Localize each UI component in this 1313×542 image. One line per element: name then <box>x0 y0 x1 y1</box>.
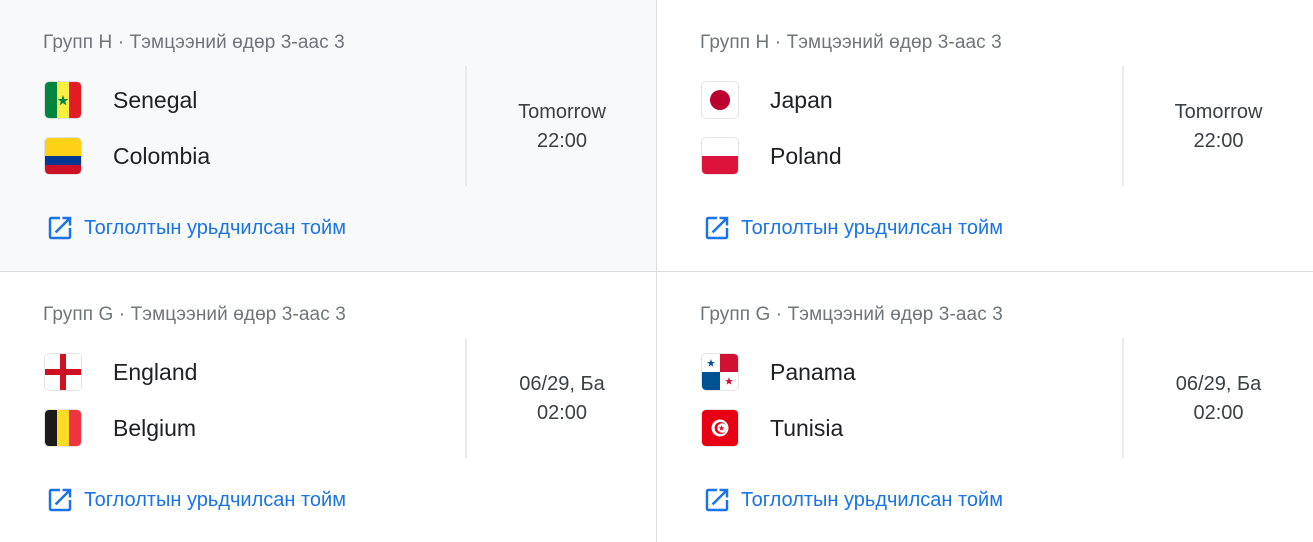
team-row-home: Panama <box>702 354 856 390</box>
match-grid: Групп H · Тэмцээний өдөр 3-аас 3 Senegal… <box>0 0 1313 542</box>
match-date: Tomorrow <box>518 101 606 123</box>
match-date: Tomorrow <box>1174 101 1263 123</box>
england-flag-icon <box>45 354 81 390</box>
belgium-flag-icon <box>45 410 81 446</box>
match-card-japan-poland[interactable]: Групп H · Тэмцээний өдөр 3-аас 3 Japan P… <box>657 0 1313 272</box>
match-time: 06/29, Ба 02:00 <box>1124 370 1313 428</box>
tunisia-flag-icon <box>702 410 738 446</box>
japan-flag-icon <box>702 82 738 118</box>
team-row-away: Tunisia <box>702 410 843 446</box>
team-name: Colombia <box>113 142 211 169</box>
match-hour: 02:00 <box>536 402 588 424</box>
team-name: England <box>113 358 198 385</box>
match-hour: 02:00 <box>1193 402 1244 424</box>
match-time: 06/29, Ба 02:00 <box>467 370 657 428</box>
match-date: 06/29, Ба <box>519 373 605 395</box>
panama-flag-icon <box>702 354 738 390</box>
team-name: Senegal <box>113 86 198 113</box>
preview-link-label: Тоглолтын урьдчилсан тойм <box>84 216 346 239</box>
team-row-away: Colombia <box>45 138 210 174</box>
team-name: Tunisia <box>770 414 844 441</box>
team-row-home: Japan <box>702 82 833 118</box>
match-preview-link[interactable]: Тоглолтын урьдчилсан тойм <box>45 485 346 515</box>
match-hour: 22:00 <box>536 130 588 152</box>
team-row-home: Senegal <box>45 82 197 118</box>
group-label: Групп G · Тэмцээний өдөр 3-аас 3 <box>700 304 1003 325</box>
preview-link-label: Тоглолтын урьдчилсан тойм <box>84 488 346 511</box>
match-card-england-belgium[interactable]: Групп G · Тэмцээний өдөр 3-аас 3 England… <box>0 272 657 542</box>
open-in-new-icon <box>45 213 75 243</box>
match-time: Tomorrow 22:00 <box>1124 98 1313 156</box>
match-time: Tomorrow 22:00 <box>467 98 657 156</box>
colombia-flag-icon <box>45 138 81 174</box>
open-in-new-icon <box>45 485 75 515</box>
team-name: Poland <box>770 142 842 169</box>
group-label: Групп H · Тэмцээний өдөр 3-аас 3 <box>43 32 345 53</box>
team-name: Japan <box>770 86 833 113</box>
senegal-flag-icon <box>45 82 81 118</box>
match-card-panama-tunisia[interactable]: Групп G · Тэмцээний өдөр 3-аас 3 Panama … <box>657 272 1313 542</box>
match-preview-link[interactable]: Тоглолтын урьдчилсан тойм <box>45 213 346 243</box>
team-row-away: Belgium <box>45 410 196 446</box>
team-name: Belgium <box>113 414 197 441</box>
poland-flag-icon <box>702 138 738 174</box>
open-in-new-icon <box>702 485 732 515</box>
team-row-home: England <box>45 354 197 390</box>
team-name: Panama <box>770 358 856 385</box>
match-card-senegal-colombia[interactable]: Групп H · Тэмцээний өдөр 3-аас 3 Senegal… <box>0 0 657 272</box>
group-label: Групп G · Тэмцээний өдөр 3-аас 3 <box>43 304 346 325</box>
match-date: 06/29, Ба <box>1175 373 1262 395</box>
match-preview-link[interactable]: Тоглолтын урьдчилсан тойм <box>702 213 1003 243</box>
match-hour: 22:00 <box>1193 130 1244 152</box>
open-in-new-icon <box>702 213 732 243</box>
team-row-away: Poland <box>702 138 842 174</box>
match-preview-link[interactable]: Тоглолтын урьдчилсан тойм <box>702 485 1003 515</box>
preview-link-label: Тоглолтын урьдчилсан тойм <box>741 488 1003 511</box>
preview-link-label: Тоглолтын урьдчилсан тойм <box>741 216 1003 239</box>
group-label: Групп H · Тэмцээний өдөр 3-аас 3 <box>700 32 1002 53</box>
